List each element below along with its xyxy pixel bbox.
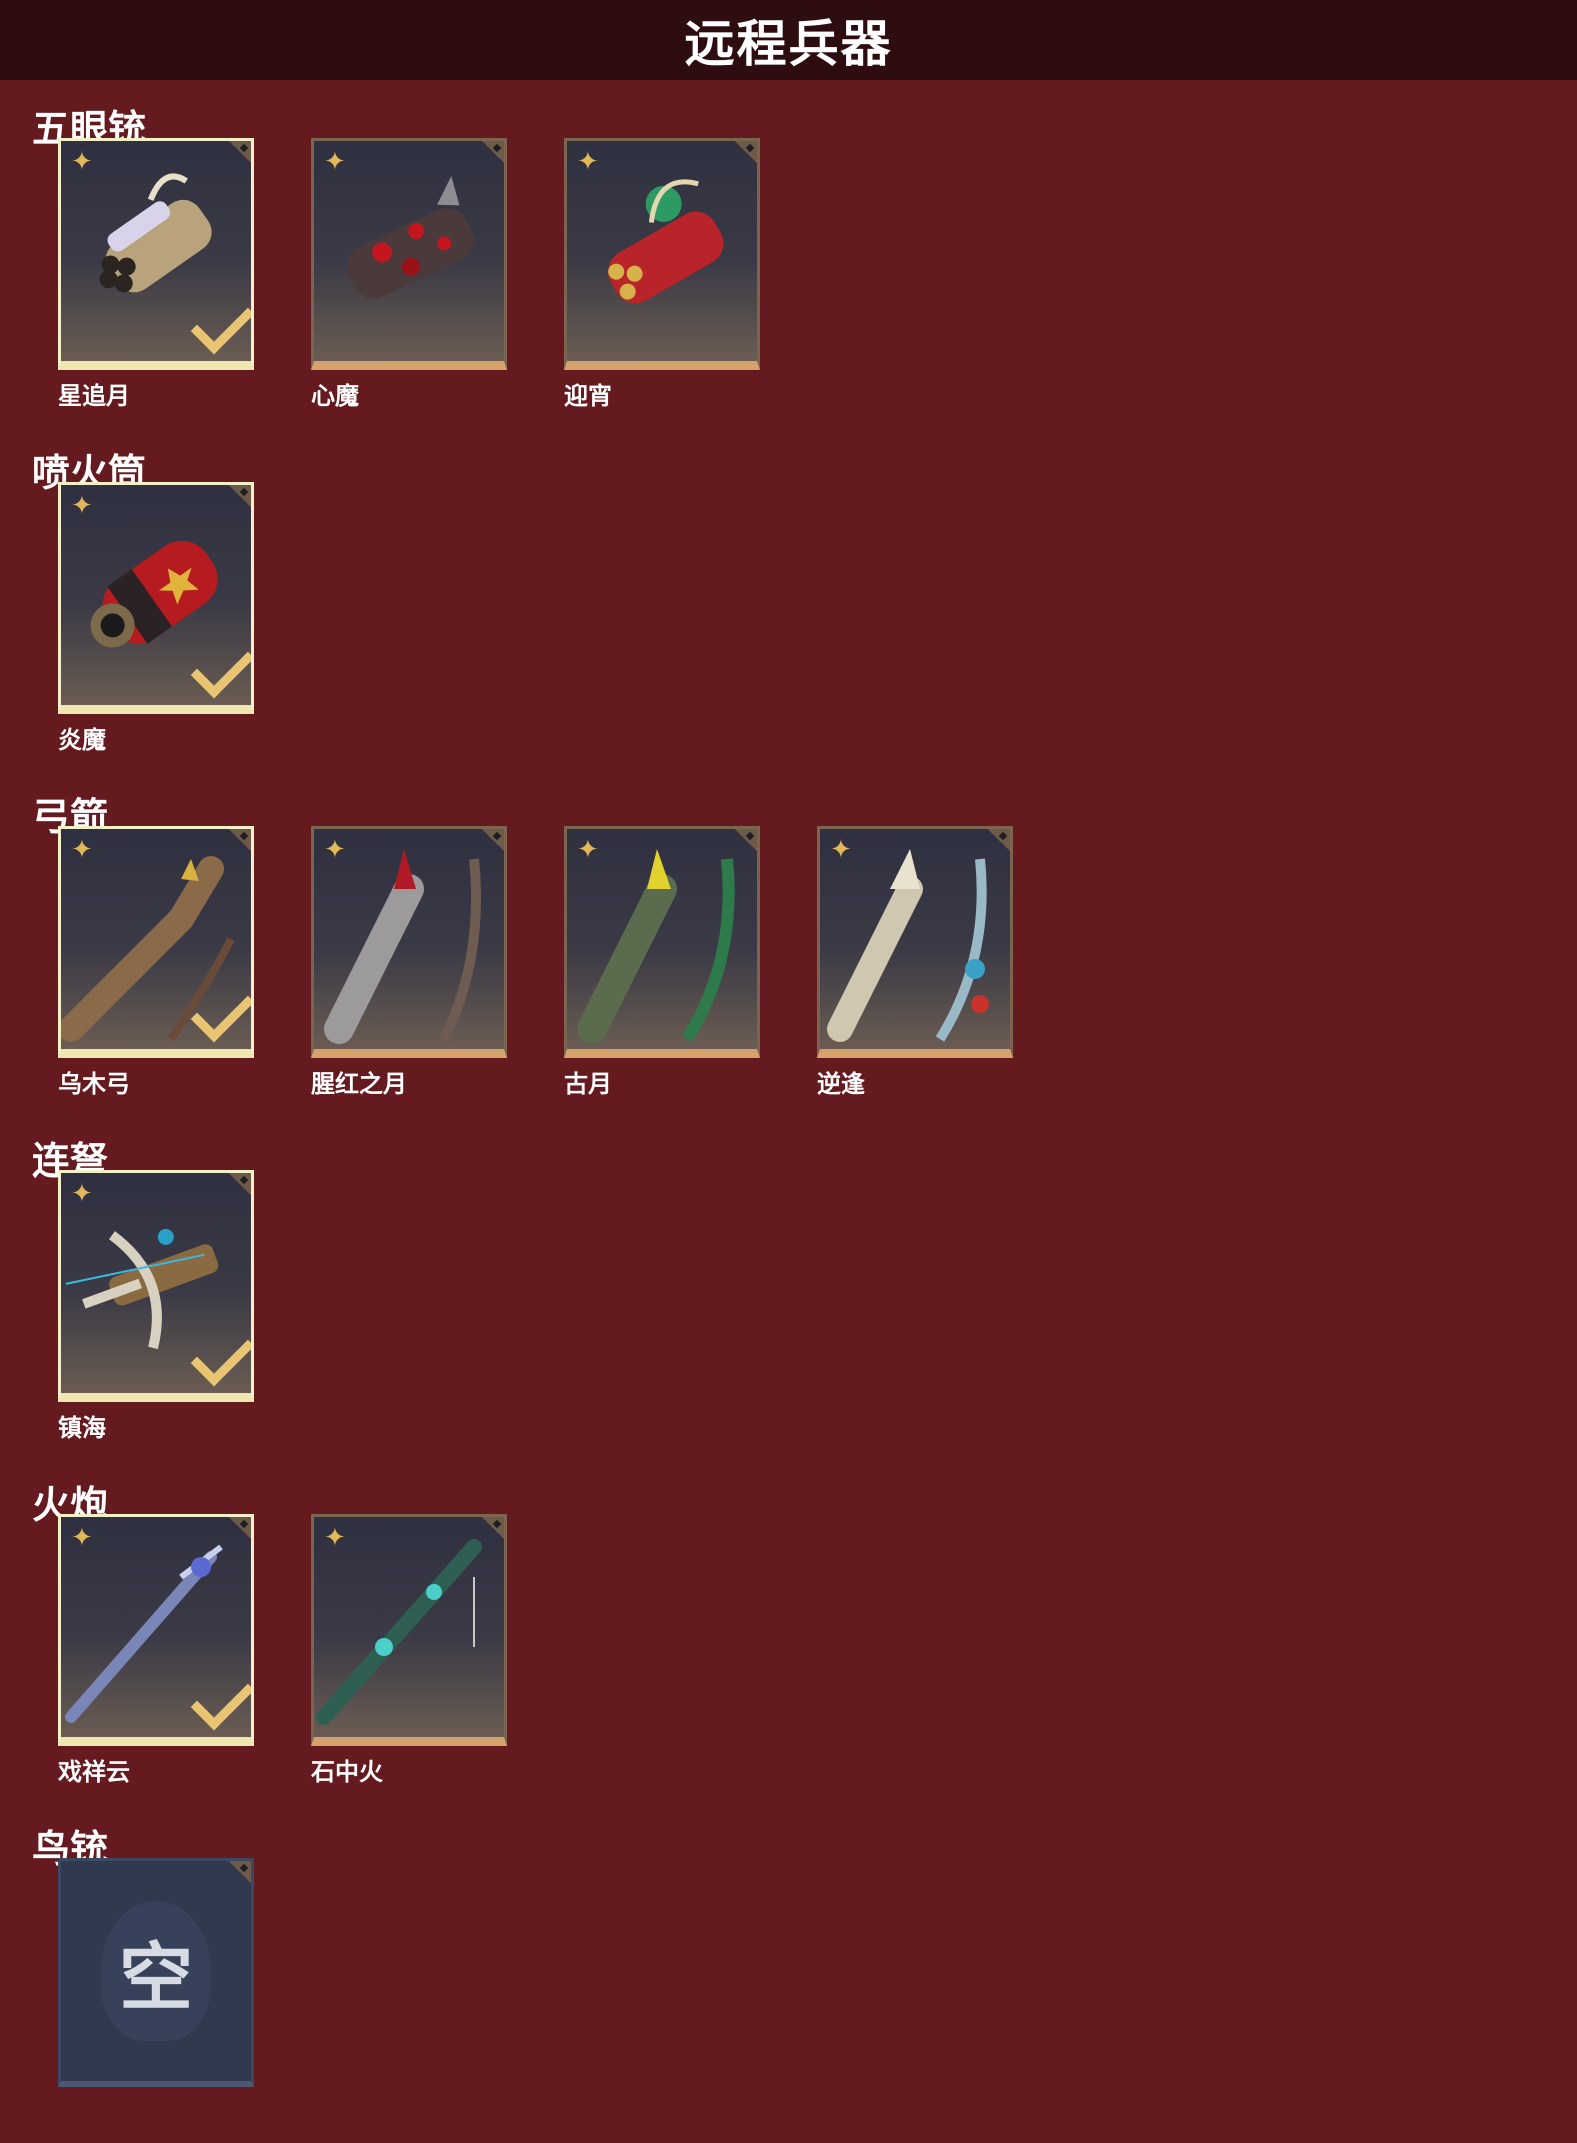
weapon-name: 乌木弓 — [58, 1070, 130, 1098]
weapon-item[interactable]: ✦ 镇海 — [58, 1170, 254, 1443]
star-icon: ✦ — [324, 1523, 346, 1553]
weapon-name: 逆逢 — [817, 1070, 865, 1098]
corner-tag-icon — [482, 829, 504, 851]
weapon-item[interactable]: ✦ 乌木弓 — [58, 826, 254, 1099]
empty-slot[interactable]: 空 — [58, 1858, 254, 2087]
weapon-name: 星追月 — [58, 382, 130, 410]
weapon-item[interactable]: ✦ 石中火 — [311, 1514, 507, 1787]
corner-tag-icon — [229, 1173, 251, 1195]
weapon-card[interactable]: ✦ — [58, 482, 254, 714]
corner-tag-icon — [229, 141, 251, 163]
weapon-card[interactable]: ✦ — [58, 138, 254, 370]
weapon-name: 心魔 — [311, 382, 359, 410]
star-icon: ✦ — [577, 835, 599, 865]
weapon-item[interactable]: ✦ 迎宵 — [564, 138, 760, 411]
weapon-card[interactable]: ✦ — [817, 826, 1013, 1058]
weapon-card[interactable]: ✦ — [564, 826, 760, 1058]
weapon-card[interactable]: ✦ — [58, 1514, 254, 1746]
star-icon: ✦ — [71, 1523, 93, 1553]
weapon-item[interactable]: ✦ 逆逢 — [817, 826, 1013, 1099]
weapon-name: 戏祥云 — [58, 1758, 130, 1786]
star-icon: ✦ — [830, 835, 852, 865]
star-icon: ✦ — [577, 147, 599, 177]
star-icon: ✦ — [71, 147, 93, 177]
corner-tag-icon — [482, 1517, 504, 1539]
weapon-name: 炎魔 — [58, 726, 106, 754]
weapon-item[interactable]: ✦ 星追月 — [58, 138, 254, 411]
weapon-card[interactable]: ✦ — [564, 138, 760, 370]
star-icon: ✦ — [71, 1179, 93, 1209]
corner-tag-icon — [735, 141, 757, 163]
page-title: 远程兵器 — [684, 15, 893, 73]
corner-tag-icon — [988, 829, 1010, 851]
weapon-card[interactable]: ✦ — [311, 826, 507, 1058]
weapon-card-empty[interactable]: 空 — [58, 1858, 254, 2087]
weapon-name: 镇海 — [58, 1414, 106, 1442]
weapon-item[interactable]: ✦ 炎魔 — [58, 482, 254, 755]
weapon-name: 腥红之月 — [311, 1070, 407, 1098]
empty-slot-text: 空 — [119, 1934, 193, 2021]
star-icon: ✦ — [71, 491, 93, 521]
star-icon: ✦ — [324, 835, 346, 865]
corner-tag-icon — [735, 829, 757, 851]
weapon-card[interactable]: ✦ — [58, 1170, 254, 1402]
corner-tag-icon — [229, 829, 251, 851]
weapon-card[interactable]: ✦ — [58, 826, 254, 1058]
weapon-name: 石中火 — [311, 1758, 383, 1786]
corner-tag-icon — [229, 485, 251, 507]
weapon-item[interactable]: ✦ 戏祥云 — [58, 1514, 254, 1787]
weapon-item[interactable]: ✦ 心魔 — [311, 138, 507, 411]
weapon-card[interactable]: ✦ — [311, 138, 507, 370]
title-bar: 远程兵器 — [0, 0, 1577, 80]
weapon-item[interactable]: ✦ 古月 — [564, 826, 760, 1099]
corner-tag-icon — [229, 1517, 251, 1539]
weapon-name: 迎宵 — [564, 382, 612, 410]
corner-tag-icon — [482, 141, 504, 163]
weapon-name: 古月 — [564, 1070, 612, 1098]
weapon-item[interactable]: ✦ 腥红之月 — [311, 826, 507, 1099]
star-icon: ✦ — [324, 147, 346, 177]
star-icon: ✦ — [71, 835, 93, 865]
weapon-card[interactable]: ✦ — [311, 1514, 507, 1746]
